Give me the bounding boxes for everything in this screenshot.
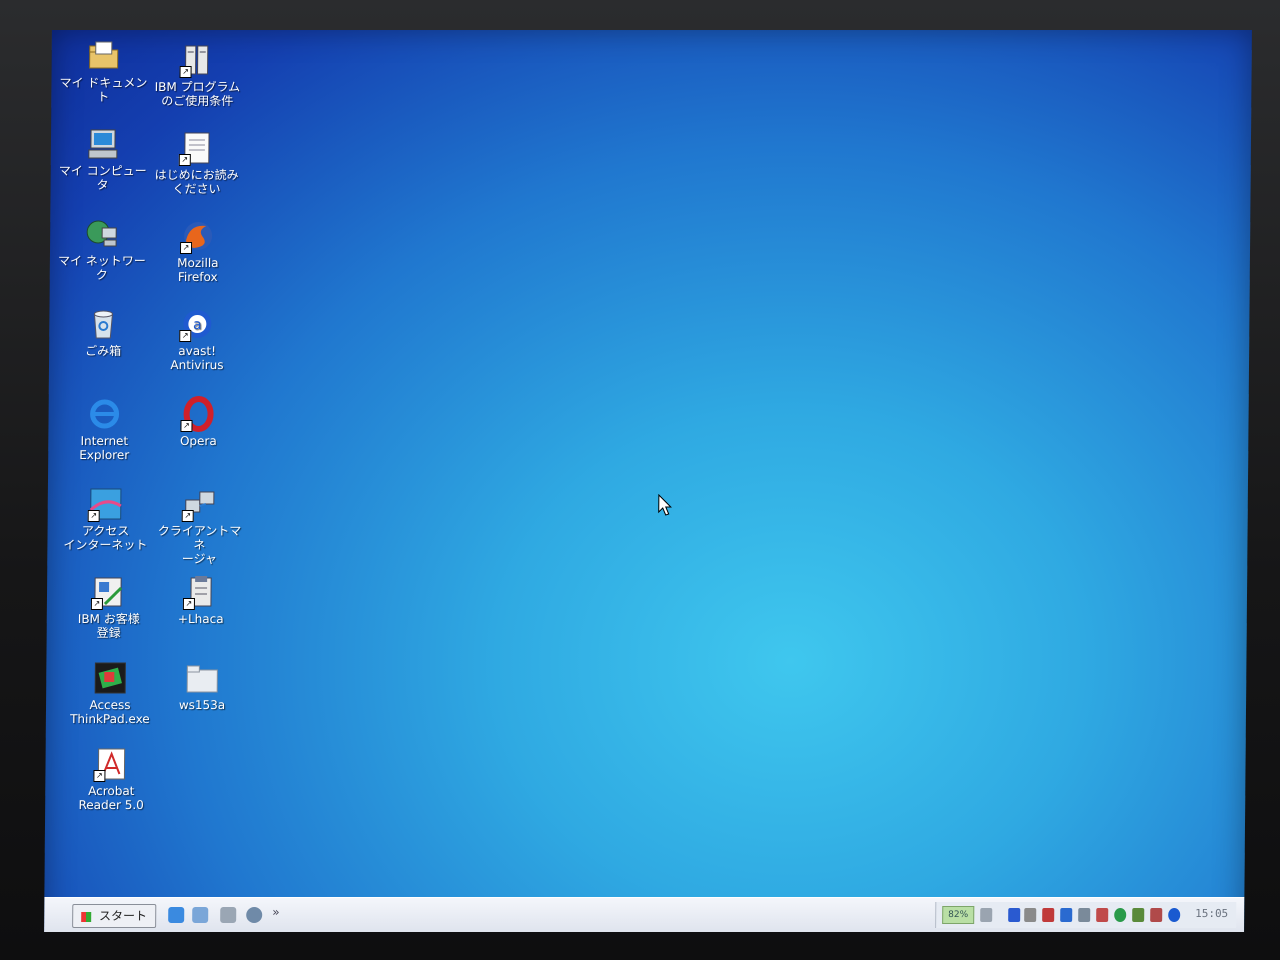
- icon-label: マイ ネットワーク: [57, 254, 146, 282]
- folder-documents-icon: [86, 38, 122, 74]
- computer-icon: [85, 126, 121, 162]
- thinkpad-icon: [92, 660, 128, 696]
- icon-label: ごみ箱: [85, 344, 122, 358]
- desktop-icon-acrobat-reader[interactable]: ↗ Acrobat Reader 5.0: [65, 746, 158, 812]
- shortcut-arrow-icon: ↗: [179, 66, 192, 78]
- icon-label: Acrobat Reader 5.0: [78, 784, 144, 812]
- acrobat-reader-icon: ↗: [93, 746, 129, 782]
- shortcut-arrow-icon: ↗: [87, 510, 100, 522]
- desktop-icon-access-internet[interactable]: ↗ アクセス インターネット: [59, 486, 152, 552]
- desktop-icon-my-network[interactable]: マイ ネットワーク: [56, 216, 149, 282]
- outlook-icon[interactable]: [220, 907, 237, 923]
- icon-label: IBM お客様 登録: [77, 612, 140, 640]
- power-icon[interactable]: [1132, 908, 1145, 922]
- shortcut-arrow-icon: ↗: [93, 770, 106, 782]
- recycle-bin-icon: [85, 306, 121, 342]
- security-icon[interactable]: [1096, 908, 1109, 922]
- icon-label: IBM プログラム のご使用条件: [154, 80, 241, 108]
- shortcut-arrow-icon: ↗: [90, 598, 103, 610]
- access-internet-icon: ↗: [87, 486, 124, 522]
- desktop-icon-ibm-license[interactable]: ↗ IBM プログラム のご使用条件: [151, 42, 244, 108]
- ibm-license-icon: ↗: [179, 42, 216, 78]
- shortcut-arrow-icon: ↗: [178, 154, 191, 166]
- lock-icon[interactable]: [980, 908, 993, 922]
- ie-icon[interactable]: [168, 907, 185, 923]
- desktop-icon-my-computer[interactable]: マイ コンピュータ: [57, 126, 150, 192]
- svg-text:a: a: [193, 317, 202, 333]
- quicklaunch-chevron[interactable]: »: [272, 905, 279, 919]
- icon-label: ws153a: [178, 698, 226, 712]
- desktop-icon-internet-explorer[interactable]: Internet Explorer: [58, 396, 151, 462]
- icon-label: クライアントマネ ージャ: [157, 524, 242, 566]
- desktop-icon-access-thinkpad[interactable]: Access ThinkPad.exe: [64, 660, 157, 726]
- desktop-icon-ibm-registration[interactable]: ↗ IBM お客様 登録: [63, 574, 156, 640]
- lhaca-icon: ↗: [182, 574, 219, 610]
- folder-icon: [184, 660, 220, 696]
- flag-icon[interactable]: [1060, 908, 1073, 922]
- shortcut-arrow-icon: ↗: [179, 242, 193, 254]
- desktop-icon-opera[interactable]: ↗ Opera: [152, 396, 244, 448]
- shortcut-arrow-icon: ↗: [182, 598, 195, 610]
- desktop-icon-readme[interactable]: ↗ はじめにお読み ください: [150, 130, 243, 196]
- icon-label: avast! Antivirus: [170, 344, 224, 372]
- volume-icon[interactable]: [1024, 908, 1037, 922]
- internet-explorer-icon: [86, 396, 122, 432]
- taskbar-clock[interactable]: 15:05: [1195, 907, 1228, 920]
- globe-icon[interactable]: [1114, 908, 1127, 922]
- readme-icon: ↗: [178, 130, 215, 166]
- icon-label: マイ ドキュメント: [59, 76, 148, 104]
- icon-label: Access ThinkPad.exe: [70, 698, 150, 726]
- desktop-icon-recycle-bin[interactable]: ごみ箱: [57, 306, 149, 358]
- ibm-registration-icon: ↗: [90, 574, 127, 610]
- desktop-icon-lhaca[interactable]: ↗ +Lhaca: [155, 574, 247, 626]
- desktop-icon-firefox[interactable]: ↗ Mozilla Firefox: [152, 218, 245, 284]
- keyboard-icon[interactable]: [1078, 908, 1091, 922]
- desktop-icon-client-manager[interactable]: ↗ クライアントマネ ージャ: [153, 486, 246, 566]
- network-status-icon[interactable]: [1042, 908, 1055, 922]
- icon-label: +Lhaca: [177, 612, 224, 626]
- windows-logo-icon: [81, 911, 92, 922]
- shortcut-arrow-icon: ↗: [180, 420, 193, 432]
- start-button[interactable]: スタート: [72, 904, 157, 928]
- desktop-icon[interactable]: [192, 907, 209, 923]
- tool-icon[interactable]: [1150, 908, 1163, 922]
- shortcut-arrow-icon: ↗: [179, 330, 192, 342]
- desktop-icon-my-documents[interactable]: マイ ドキュメント: [57, 38, 150, 104]
- network-icon: [84, 216, 120, 252]
- icon-label: はじめにお読み ください: [154, 168, 239, 196]
- icon-label: Mozilla Firefox: [177, 256, 219, 284]
- desktop-icon-folder-ws153a[interactable]: ws153a: [156, 660, 248, 712]
- taskbar: スタート » 82% 15:05: [44, 897, 1245, 932]
- icon-label: マイ コンピュータ: [58, 164, 147, 192]
- shield-icon[interactable]: [1008, 908, 1021, 922]
- avast-icon: a ↗: [179, 306, 215, 342]
- start-label: スタート: [98, 909, 148, 923]
- desktop-icon-avast[interactable]: a ↗ avast! Antivirus: [151, 306, 244, 372]
- opera-icon: ↗: [180, 396, 216, 432]
- icon-label: アクセス インターネット: [63, 524, 148, 552]
- status-icon[interactable]: [1168, 908, 1181, 922]
- desktop[interactable]: マイ ドキュメント マイ コンピュータ マイ ネットワーク ごみ箱 Intern…: [44, 30, 1252, 932]
- mouse-cursor-icon: [658, 494, 672, 516]
- media-icon[interactable]: [246, 907, 263, 923]
- firefox-icon: ↗: [179, 218, 216, 254]
- client-manager-icon: ↗: [181, 486, 218, 522]
- shortcut-arrow-icon: ↗: [181, 510, 194, 522]
- battery-indicator[interactable]: 82%: [942, 906, 975, 924]
- system-tray: 82% 15:05: [935, 902, 1237, 928]
- icon-label: Internet Explorer: [79, 434, 130, 462]
- icon-label: Opera: [179, 434, 217, 448]
